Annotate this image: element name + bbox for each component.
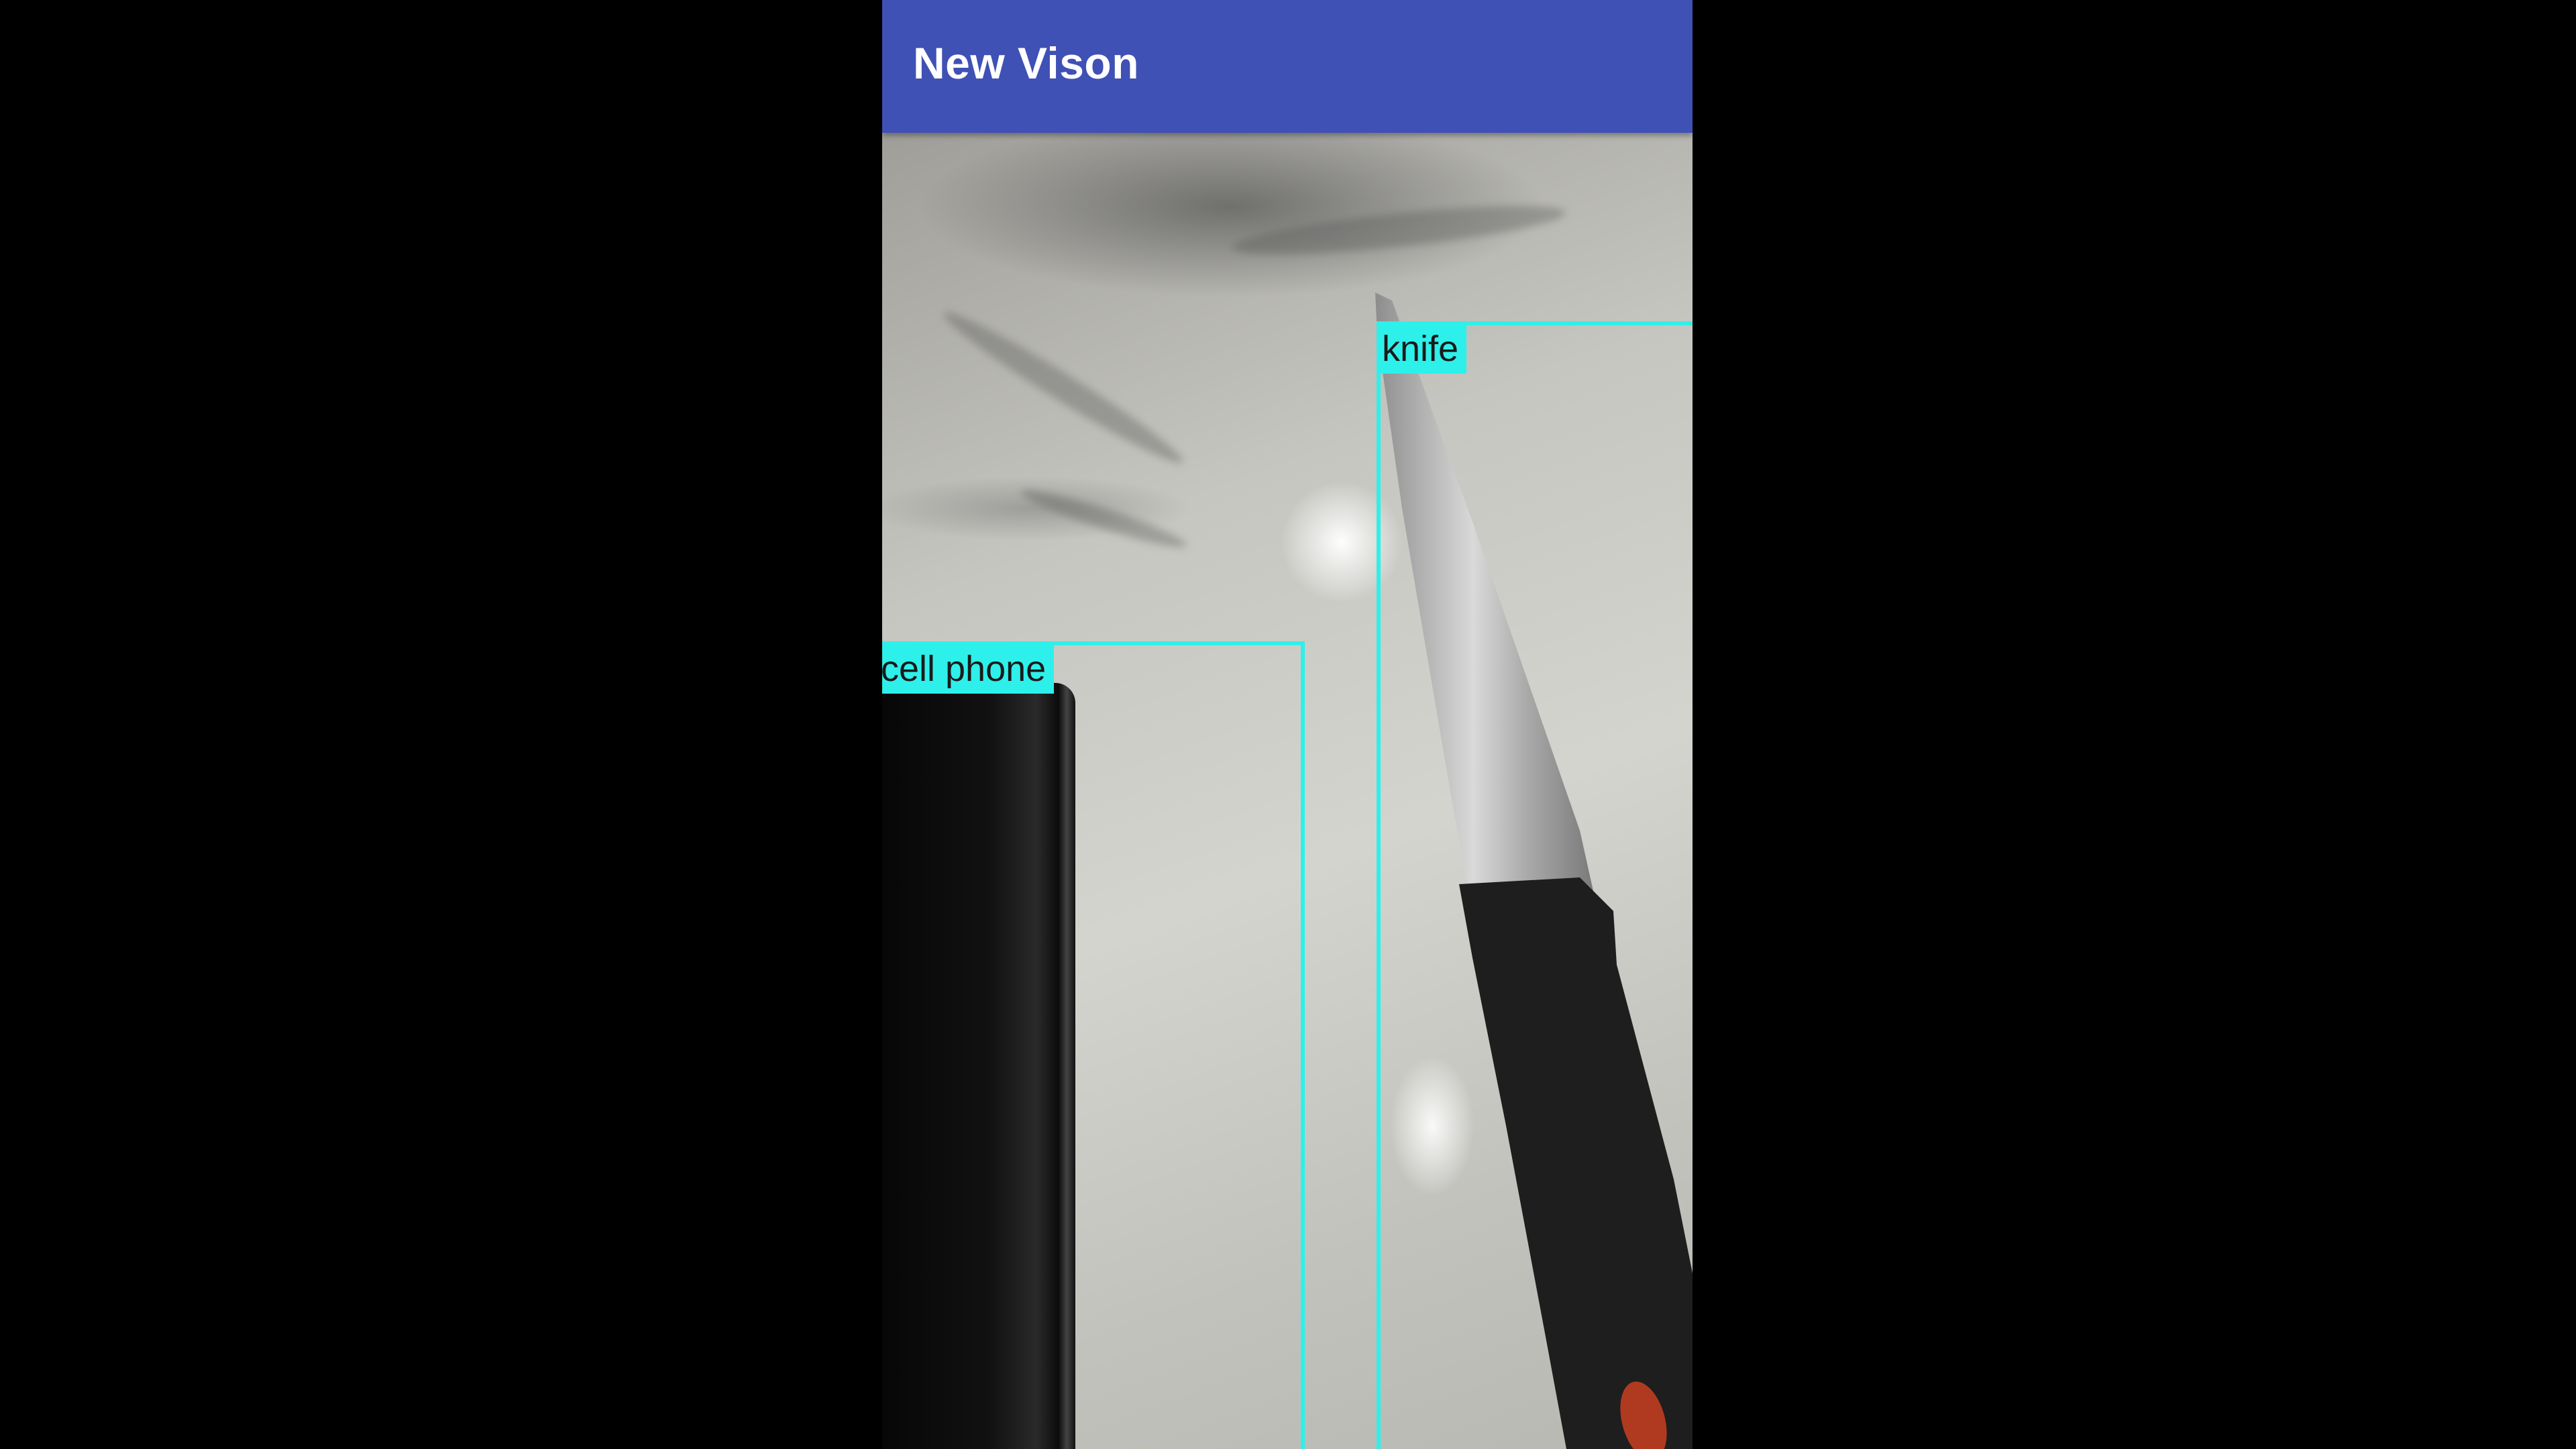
detection-label-cell-phone: cell phone (882, 645, 1055, 694)
video-frame: New Vison cell phone knife (0, 0, 2576, 1449)
detection-box-knife: knife (1377, 321, 1693, 1449)
app-bar: New Vison (882, 0, 1693, 133)
app-title: New Vison (913, 38, 1140, 88)
detection-box-cell-phone: cell phone (882, 641, 1305, 1449)
phone-screen: New Vison cell phone knife (882, 0, 1693, 1449)
detection-label-knife: knife (1381, 325, 1467, 374)
camera-preview: cell phone knife (882, 133, 1693, 1449)
